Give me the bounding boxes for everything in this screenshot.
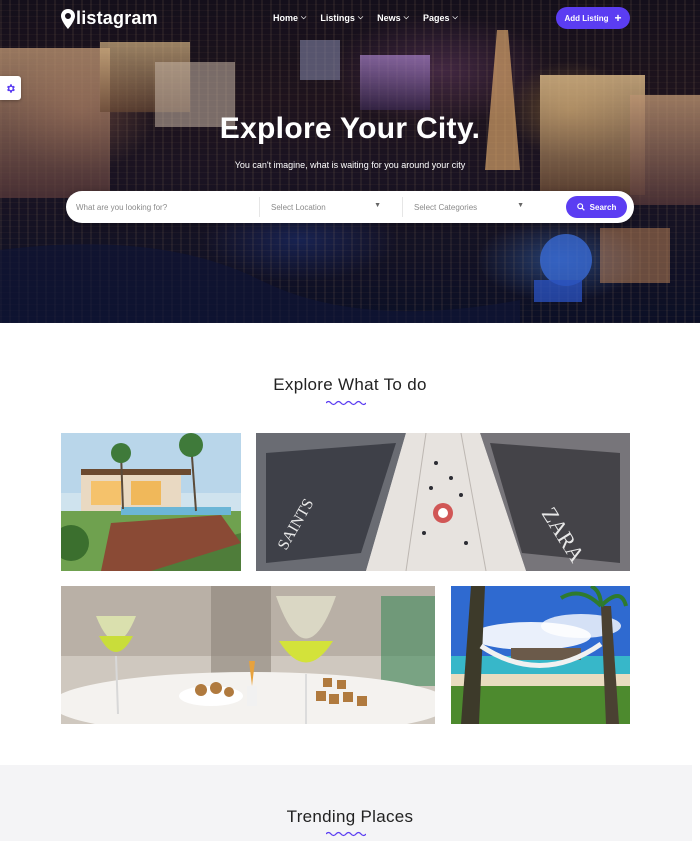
menu-label: News: [377, 13, 401, 23]
settings-toggle[interactable]: [0, 76, 21, 100]
menu-item-home[interactable]: Home ⌵: [273, 13, 306, 23]
category-placeholder: Select Categories: [414, 202, 478, 212]
beach-hammock-image[interactable]: [451, 586, 630, 724]
squiggle-divider: [326, 400, 366, 406]
hero-title: Explore Your City.: [219, 112, 481, 145]
search-icon: [576, 203, 585, 211]
trending-section: [0, 765, 692, 841]
menu-label: Pages: [422, 13, 450, 23]
search-button[interactable]: Search: [566, 196, 627, 218]
search-button-label: Search: [589, 202, 617, 212]
location-placeholder: Select Location: [271, 202, 326, 212]
menu-item-listings[interactable]: Listings ⌵: [320, 13, 363, 23]
menu-label: Listings: [320, 13, 355, 23]
caret-down-icon: ▼: [517, 202, 524, 209]
add-listing-button[interactable]: Add Listing +: [556, 7, 630, 29]
chevron-down-icon: ⌵: [403, 14, 409, 21]
menu-item-news[interactable]: News ⌵: [377, 13, 409, 23]
top-navigation: listagram Home ⌵ Listings ⌵ News ⌵ Pages ⌵ A…: [0, 0, 700, 36]
shopping-mall-image[interactable]: ZARA SAINTS: [256, 433, 630, 571]
squiggle-divider: [326, 831, 366, 837]
location-pin-icon: [61, 8, 75, 29]
menu-item-pages[interactable]: Pages ⌵: [423, 13, 458, 23]
search-placeholder: What are you looking for?: [76, 202, 168, 212]
hero-subtitle: You can't imagine, what is waiting for y…: [234, 160, 466, 170]
caret-down-icon: ▼: [374, 202, 381, 209]
explore-title: Explore What To do: [273, 375, 427, 394]
menu-label: Home: [273, 13, 299, 23]
search-bar: What are you looking for? Select Locatio…: [66, 191, 634, 223]
search-input[interactable]: What are you looking for?: [76, 191, 256, 223]
chevron-down-icon: ⌵: [357, 14, 364, 21]
resort-villa-image[interactable]: [61, 433, 241, 571]
plus-icon: +: [614, 11, 622, 25]
chevron-down-icon: ⌵: [301, 14, 307, 21]
hero-banner: listagram Home ⌵ Listings ⌵ News ⌵ Pages ⌵ A…: [0, 0, 700, 323]
gear-icon: [7, 83, 15, 93]
trending-title: Trending Places: [286, 807, 414, 826]
brand-name: listagram: [76, 8, 158, 28]
chevron-down-icon: ⌵: [452, 14, 458, 21]
category-select[interactable]: Select Categories ▼: [402, 197, 532, 217]
restaurant-drinks-image[interactable]: [61, 586, 435, 724]
logo[interactable]: listagram: [61, 8, 158, 29]
location-select[interactable]: Select Location ▼: [259, 197, 389, 217]
add-listing-label: Add Listing: [564, 13, 609, 23]
main-menu: Home ⌵ Listings ⌵ News ⌵ Pages ⌵: [273, 13, 472, 23]
